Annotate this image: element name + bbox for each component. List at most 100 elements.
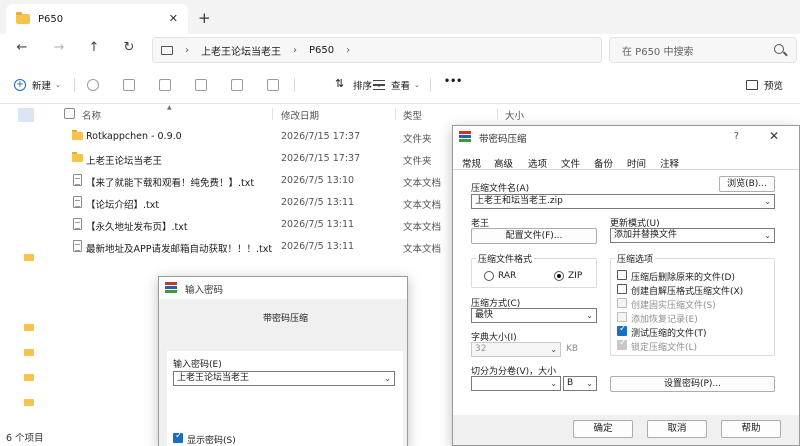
forward-arrow-icon[interactable]: →	[49, 40, 69, 55]
zip-label[interactable]: ZIP	[568, 271, 582, 281]
chevron-down-icon[interactable]: ⌄	[586, 377, 593, 390]
preview-button[interactable]: 预览	[746, 78, 783, 92]
test-files-label[interactable]: 测试压缩的文件(T)	[631, 326, 707, 339]
help-button[interactable]: 帮助	[721, 420, 781, 438]
new-button[interactable]: + 新建 ⌄	[14, 78, 61, 92]
address-bar[interactable]: › 上老王论坛当老王 › P650 ›	[152, 37, 602, 63]
sidebar-item-selected[interactable]	[18, 108, 34, 122]
more-options-button[interactable]: •••	[444, 76, 462, 87]
delete-after-label[interactable]: 压缩后删除原来的文件(D)	[631, 270, 735, 283]
column-header-name[interactable]: 名称	[82, 108, 101, 122]
solid-label[interactable]: 创建固实压缩文件(S)	[631, 298, 716, 311]
folder-icon[interactable]	[24, 254, 34, 261]
column-divider[interactable]	[272, 108, 273, 120]
rar-label[interactable]: RAR	[498, 271, 516, 281]
breadcrumb-item[interactable]: 上老王论坛当老王	[201, 43, 281, 58]
browse-button[interactable]: 浏览(B)...	[719, 176, 775, 192]
tab-general[interactable]: 常规	[462, 156, 481, 170]
tab-advanced[interactable]: 高级	[494, 156, 513, 170]
chevron-down-icon[interactable]: ⌄	[384, 372, 391, 385]
zip-radio[interactable]	[554, 271, 564, 281]
tab-backup[interactable]: 备份	[594, 156, 613, 170]
chevron-right-icon[interactable]: ›	[346, 45, 350, 56]
file-name: Rotkappchen - 0.9.0	[86, 131, 182, 142]
chevron-right-icon[interactable]: ›	[185, 45, 189, 56]
update-mode-select[interactable]: 添加并替换文件 ⌄	[610, 228, 775, 243]
cancel-button[interactable]: 取消	[647, 420, 707, 438]
chevron-down-icon[interactable]: ⌄	[586, 309, 593, 322]
refresh-icon[interactable]: ↻	[119, 40, 139, 55]
copy-icon[interactable]	[123, 79, 135, 91]
new-tab-icon[interactable]: +	[198, 9, 211, 27]
password-value: 上老王论坛当老王	[177, 373, 250, 383]
tab-files[interactable]: 文件	[561, 156, 580, 170]
solid-checkbox[interactable]	[617, 298, 627, 308]
search-icon	[774, 44, 784, 54]
sfx-label[interactable]: 创建自解压格式压缩文件(X)	[631, 284, 743, 297]
tab-p650[interactable]: P650 ✕	[6, 4, 188, 34]
up-arrow-icon[interactable]: ↑	[84, 40, 104, 55]
delete-icon[interactable]	[267, 79, 279, 91]
folder-icon[interactable]	[24, 399, 34, 406]
file-name: 【永久地址发布页】.txt	[86, 222, 188, 233]
tab-options[interactable]: 选项	[528, 156, 547, 170]
delete-after-checkbox[interactable]	[617, 270, 627, 280]
lock-archive-label[interactable]: 锁定压缩文件(L)	[631, 340, 697, 353]
dialog-titlebar[interactable]: 带密码压缩 ? ✕	[453, 126, 799, 148]
select-all-checkbox[interactable]	[64, 108, 75, 119]
column-divider[interactable]	[497, 108, 498, 120]
column-header-type[interactable]: 类型	[403, 108, 422, 122]
back-arrow-icon[interactable]: ←	[12, 40, 32, 55]
password-input[interactable]: 上老王论坛当老王 ⌄	[173, 371, 395, 386]
profiles-button[interactable]: 配置文件(F)...	[471, 228, 597, 244]
recovery-record-label[interactable]: 添加恢复记录(E)	[631, 312, 698, 325]
dialog-subtitle: 带密码压缩	[263, 314, 309, 324]
chevron-down-icon[interactable]: ⌄	[764, 195, 771, 208]
sfx-checkbox[interactable]	[617, 284, 627, 294]
set-password-button[interactable]: 设置密码(P)...	[610, 376, 775, 392]
ok-button[interactable]: 确定	[573, 420, 633, 438]
dialog-title: 带密码压缩	[479, 134, 527, 145]
format-group-title: 压缩文件格式	[476, 252, 535, 265]
text-file-icon	[73, 196, 82, 208]
tab-time[interactable]: 时间	[627, 156, 646, 170]
dialog-titlebar[interactable]: 输入密码	[159, 277, 407, 299]
rar-radio[interactable]	[484, 271, 494, 281]
folder-icon[interactable]	[24, 349, 34, 356]
method-value: 最快	[475, 310, 494, 320]
paste-icon[interactable]	[159, 79, 171, 91]
show-password-label[interactable]: 显示密码(S)	[187, 433, 236, 446]
sort-up-icon: ▲	[167, 104, 172, 111]
dictionary-select[interactable]: 32 ⌄	[471, 342, 561, 357]
recovery-record-checkbox[interactable]	[617, 312, 627, 322]
chevron-down-icon[interactable]: ⌄	[550, 343, 557, 356]
options-group: 压缩选项 压缩后删除原来的文件(D) 创建自解压格式压缩文件(X) 创建固实压缩…	[610, 252, 775, 356]
chevron-down-icon[interactable]: ⌄	[764, 229, 771, 242]
search-input[interactable]: 在 P650 中搜索	[609, 37, 797, 63]
split-unit-select[interactable]: B ⌄	[563, 376, 597, 391]
column-header-size[interactable]: 大小	[505, 108, 524, 122]
column-header-date[interactable]: 修改日期	[281, 108, 319, 122]
view-button[interactable]: 查看 ⌄	[373, 78, 420, 92]
share-icon[interactable]	[231, 79, 243, 91]
help-icon[interactable]: ?	[734, 131, 739, 142]
show-password-checkbox[interactable]	[173, 431, 183, 443]
breadcrumb-item[interactable]: P650	[309, 45, 334, 56]
close-tab-icon[interactable]: ✕	[169, 12, 178, 25]
lock-archive-checkbox[interactable]	[617, 338, 627, 350]
folder-icon[interactable]	[24, 324, 34, 331]
file-name: 【论坛介绍】.txt	[86, 200, 160, 211]
column-divider[interactable]	[395, 108, 396, 120]
method-select[interactable]: 最快 ⌄	[471, 308, 597, 323]
folder-icon[interactable]	[24, 374, 34, 381]
preview-pane-icon	[746, 80, 758, 90]
split-size-select[interactable]: ⌄	[471, 376, 561, 391]
archive-name-input[interactable]: 上老王和坛当老王.zip ⌄	[471, 194, 775, 209]
tab-comment[interactable]: 注释	[660, 156, 679, 170]
rename-icon[interactable]	[195, 79, 207, 91]
close-icon[interactable]: ✕	[769, 129, 779, 143]
chevron-right-icon[interactable]: ›	[293, 45, 297, 56]
test-files-checkbox[interactable]	[617, 324, 627, 336]
cut-icon[interactable]	[87, 79, 99, 91]
chevron-down-icon[interactable]: ⌄	[550, 377, 557, 390]
